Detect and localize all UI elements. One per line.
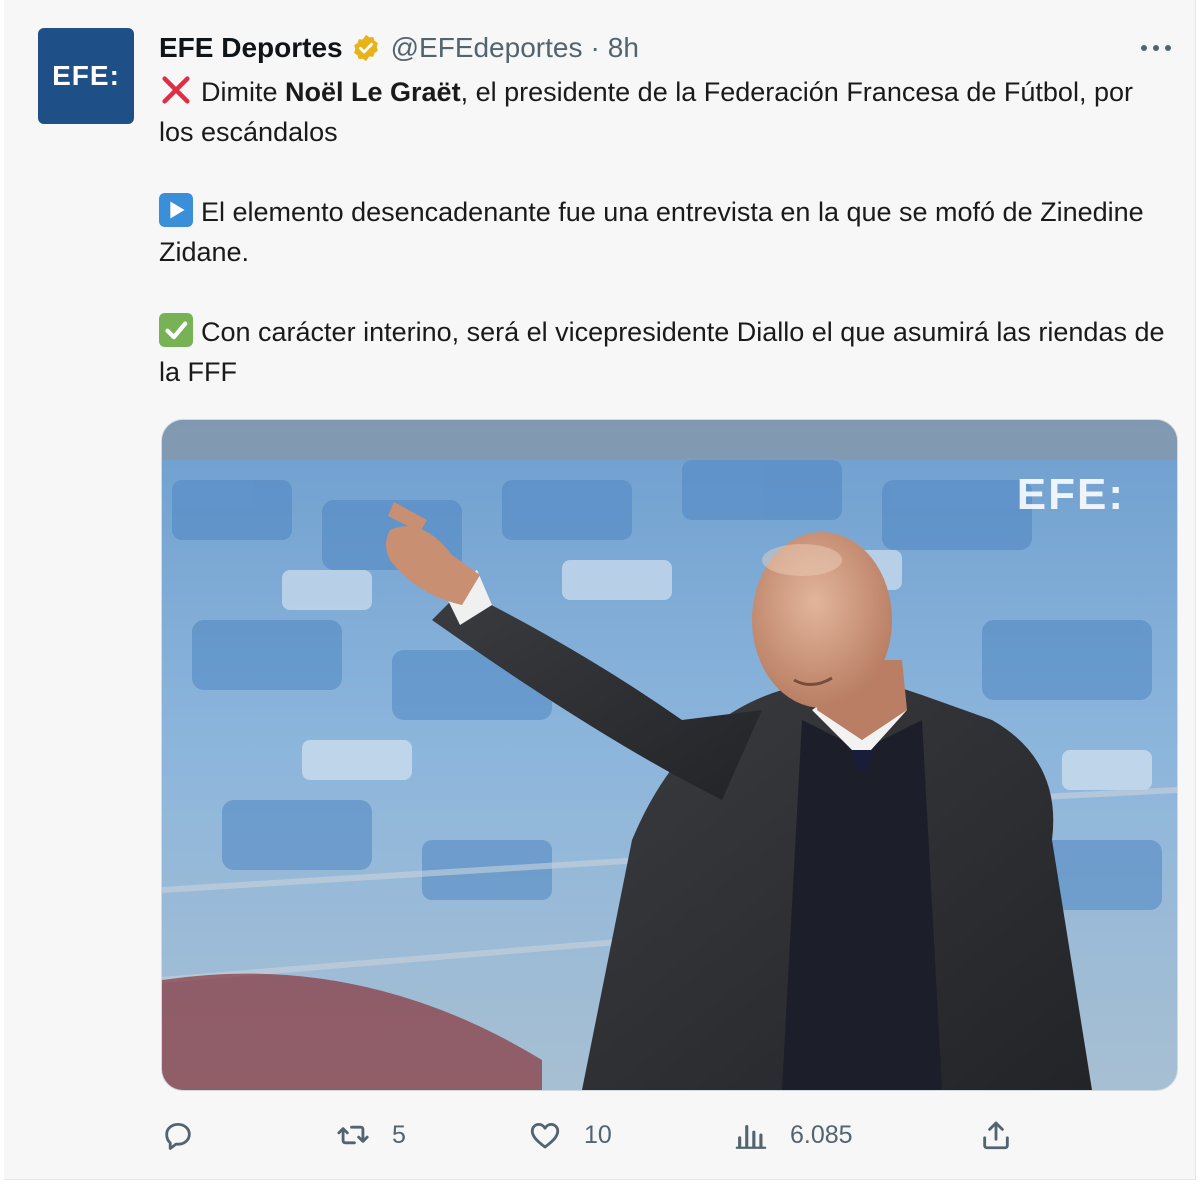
retweet-icon — [337, 1125, 369, 1145]
reply-icon — [165, 1122, 191, 1150]
retweet-button[interactable]: 5 — [336, 1112, 406, 1158]
play-emoji-icon — [159, 193, 193, 227]
views-icon — [735, 1124, 767, 1149]
paragraph-1-start: Dimite — [201, 77, 286, 107]
timestamp[interactable]: 8h — [608, 32, 639, 64]
like-button[interactable]: 10 — [528, 1112, 612, 1158]
tweet-card[interactable]: EFE: EFE Deportes @EFEdeportes · 8h Dimi… — [4, 0, 1196, 1180]
check-emoji-icon — [159, 313, 193, 347]
tweet-paragraph-2: El elemento desencadenante fue una entre… — [159, 192, 1169, 272]
views-button[interactable]: 6.085 — [734, 1112, 853, 1158]
x-mark-emoji-icon — [162, 76, 190, 104]
tweet-actions: 5 10 6.085 — [161, 1112, 1041, 1158]
avatar-logo-text: EFE: — [52, 60, 120, 91]
photo-watermark: EFE: — [1016, 470, 1125, 519]
share-button[interactable] — [979, 1112, 1013, 1158]
avatar[interactable]: EFE: — [38, 28, 134, 124]
more-icon[interactable] — [1139, 42, 1173, 54]
tweet-text: Dimite Noël Le Graët, el presidente de l… — [159, 72, 1169, 392]
like-count: 10 — [584, 1120, 612, 1149]
tweet-paragraph-3: Con carácter interino, será el vicepresi… — [159, 312, 1169, 392]
tweet-photo[interactable]: EFE: — [161, 419, 1178, 1091]
like-icon — [530, 1122, 560, 1149]
reply-button[interactable] — [161, 1112, 195, 1158]
handle[interactable]: @EFEdeportes — [391, 32, 583, 64]
share-icon — [983, 1121, 1009, 1150]
views-count: 6.085 — [790, 1120, 853, 1149]
verified-icon — [353, 34, 378, 62]
paragraph-3-text: Con carácter interino, será el vicepresi… — [159, 317, 1165, 387]
photo-scene — [162, 420, 1177, 1090]
separator-dot: · — [590, 32, 600, 63]
tweet-paragraph-1: Dimite Noël Le Graët, el presidente de l… — [159, 72, 1169, 152]
bold-name: Noël Le Graët — [285, 77, 461, 107]
tweet-header: EFE Deportes @EFEdeportes · 8h — [159, 30, 639, 66]
retweet-count: 5 — [392, 1120, 406, 1149]
display-name[interactable]: EFE Deportes — [159, 32, 343, 64]
paragraph-2-text: El elemento desencadenante fue una entre… — [159, 197, 1144, 267]
